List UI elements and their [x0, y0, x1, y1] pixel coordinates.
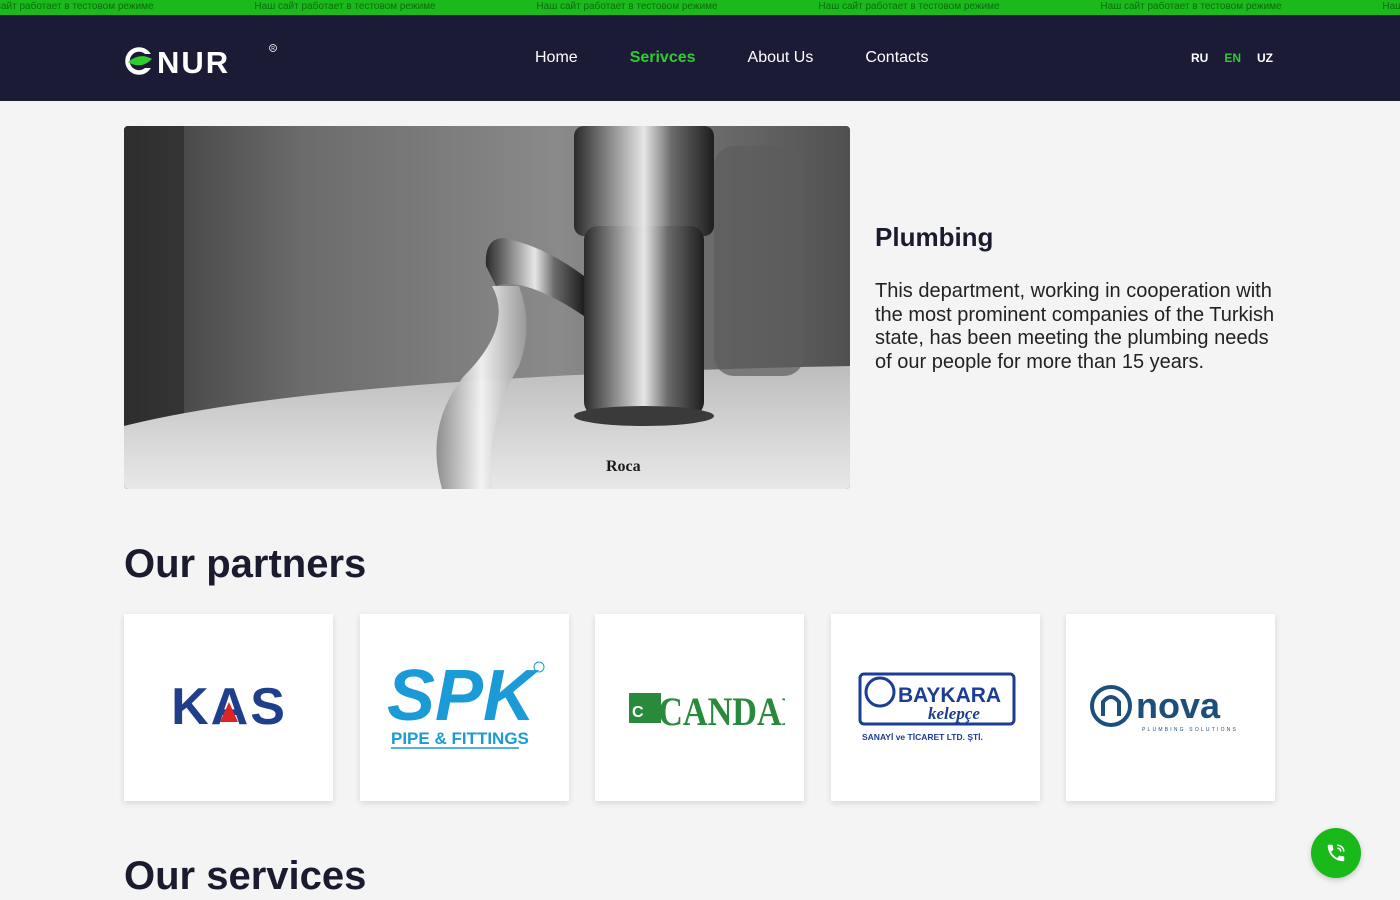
roca-brand-text: Roca: [606, 458, 641, 475]
baykara-logo: BAYKARA kelepçe SANAYİ ve TİCARET LTD. Ş…: [858, 672, 1016, 742]
partner-card-nova[interactable]: nova PLUMBING SOLUTIONS: [1066, 614, 1275, 801]
svg-text:SANAYİ ve TİCARET LTD. ŞTİ.: SANAYİ ve TİCARET LTD. ŞTİ.: [862, 732, 983, 742]
nav-contacts[interactable]: Contacts: [865, 48, 928, 68]
service-description-block: Plumbing This department, working in coo…: [875, 222, 1275, 374]
ticker-message: Наш сайт работает в тестовом режиме: [1100, 1, 1282, 12]
ticker-message: Наш сайт работает в тестовом режиме: [818, 1, 1000, 12]
svg-text:nova: nova: [1136, 685, 1221, 726]
partner-card-spk[interactable]: SPK PIPE & FITTINGS: [359, 614, 569, 801]
test-mode-ticker: Наш сайт работает в тестовом режиме Наш …: [0, 0, 1400, 15]
nova-logo: nova PLUMBING SOLUTIONS: [1089, 684, 1238, 733]
site-header: NUR R Home Serivces About Us Contacts RU…: [0, 15, 1400, 101]
partner-card-baykara[interactable]: BAYKARA kelepçe SANAYİ ve TİCARET LTD. Ş…: [830, 614, 1040, 801]
svg-text:PLUMBING SOLUTIONS: PLUMBING SOLUTIONS: [1142, 727, 1238, 733]
svg-text:R: R: [271, 46, 275, 52]
partners-list: KAS SPK PIPE & FITTINGS C CANDAN BAYKARA…: [124, 614, 1302, 801]
main-nav: Home Serivces About Us Contacts: [535, 48, 980, 68]
service-description: This department, working in cooperation …: [875, 280, 1275, 373]
partner-card-kas[interactable]: KAS: [124, 614, 333, 801]
svg-text:kelepçe: kelepçe: [928, 704, 980, 723]
svg-text:NUR: NUR: [157, 45, 230, 78]
partner-card-candan[interactable]: C CANDAN: [595, 614, 804, 801]
ticker-message: Наш сайт работает в тестовом режиме: [1382, 1, 1400, 12]
ticker-message: Наш сайт работает в тестовом режиме: [254, 1, 436, 12]
kas-logo: KAS: [171, 678, 285, 736]
lang-en[interactable]: EN: [1224, 51, 1241, 65]
lang-ru[interactable]: RU: [1191, 51, 1208, 65]
call-button[interactable]: [1311, 828, 1361, 878]
language-switcher: RU EN UZ: [1191, 51, 1289, 65]
nav-services[interactable]: Serivces: [630, 48, 696, 68]
svg-text:CANDAN: CANDAN: [658, 690, 785, 732]
partners-heading: Our partners: [124, 542, 367, 586]
onur-logo[interactable]: NUR R: [123, 42, 283, 80]
service-title: Plumbing: [875, 222, 994, 252]
svg-text:SPK: SPK: [387, 658, 540, 736]
svg-text:C: C: [632, 704, 644, 721]
phone-icon: [1327, 844, 1345, 862]
svg-text:PIPE & FITTINGS: PIPE & FITTINGS: [391, 729, 529, 748]
nav-home[interactable]: Home: [535, 48, 578, 68]
ticker-message: Наш сайт работает в тестовом режиме: [536, 1, 718, 12]
candan-logo: C CANDAN: [628, 690, 785, 733]
lang-uz[interactable]: UZ: [1257, 51, 1273, 65]
services-heading: Our services: [124, 854, 367, 898]
plumbing-faucet-image: Roca: [124, 126, 850, 489]
spk-logo: SPK PIPE & FITTINGS: [387, 658, 545, 749]
ticker-message: Наш сайт работает в тестовом режиме: [0, 1, 154, 12]
nav-about-us[interactable]: About Us: [748, 48, 814, 68]
